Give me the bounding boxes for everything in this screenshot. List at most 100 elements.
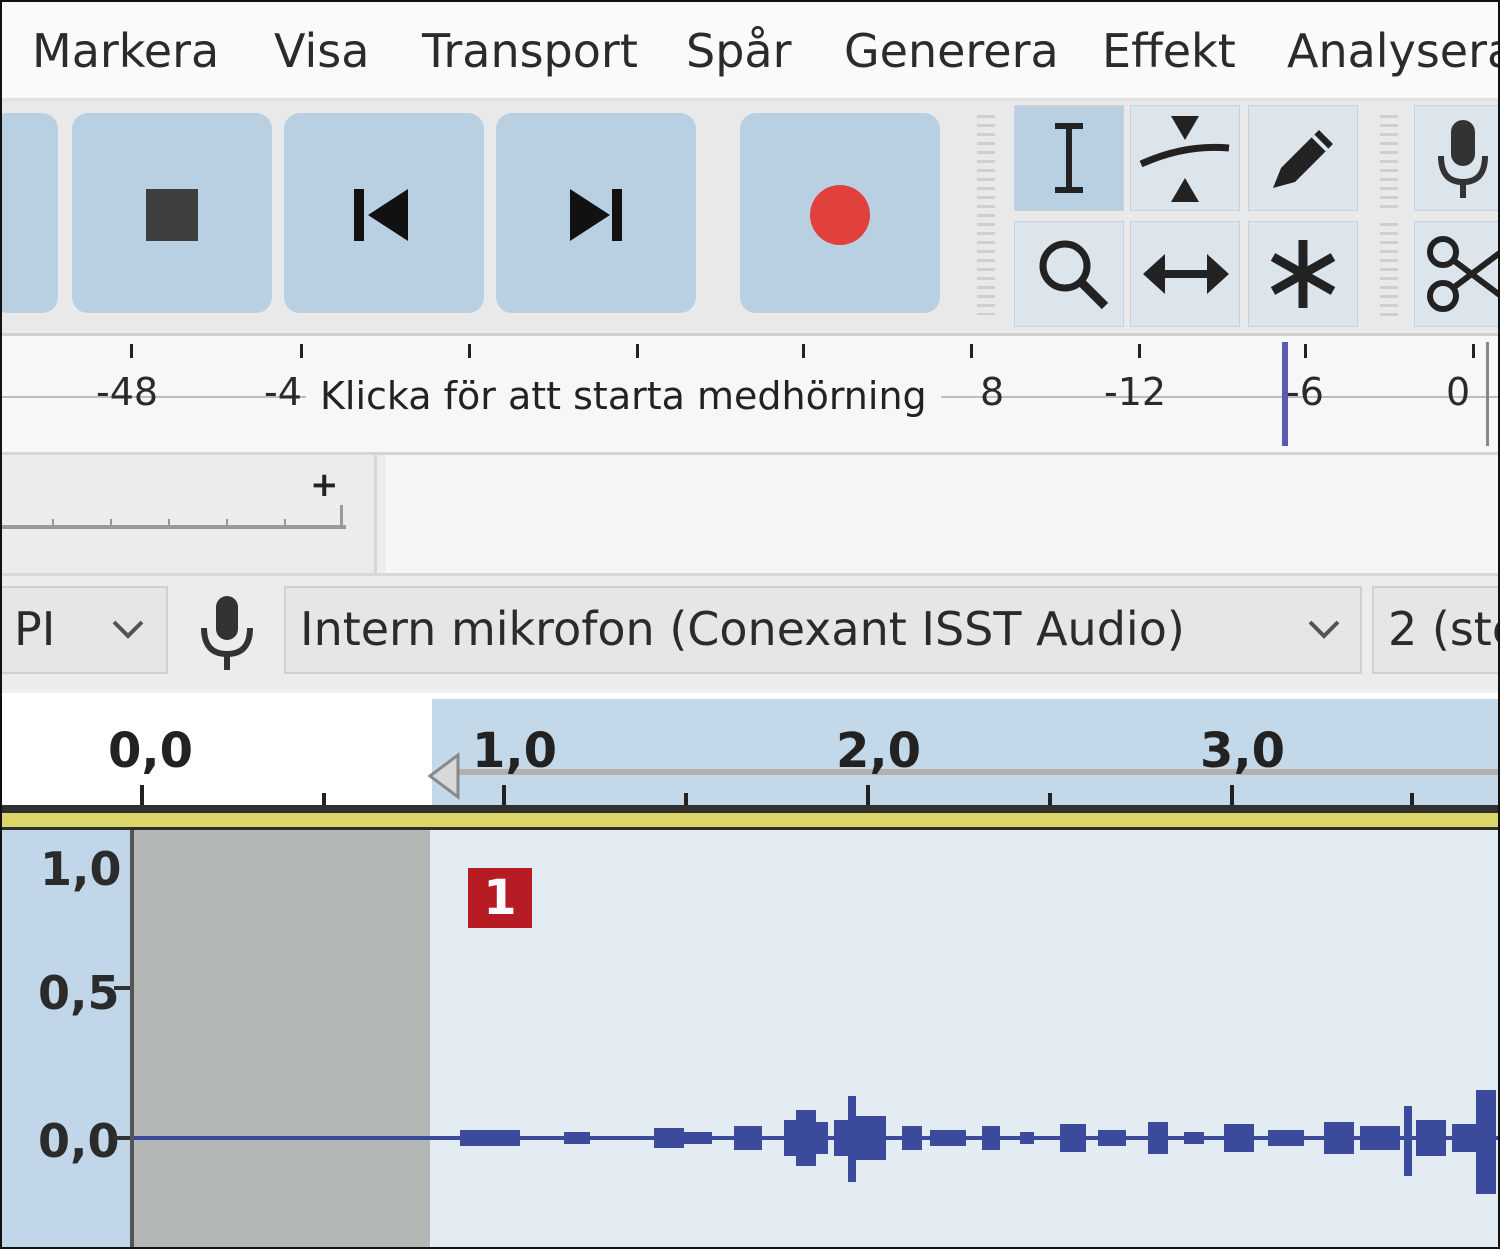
- meter-label-48: -48: [96, 370, 159, 414]
- record-meter-button[interactable]: [1414, 105, 1498, 211]
- timeline-tick: [1048, 793, 1052, 805]
- slider-tick: [52, 519, 54, 527]
- track-focus-line: [2, 813, 1498, 830]
- timeline-tick: [322, 793, 326, 805]
- magnifier-icon: [1039, 240, 1109, 310]
- cut-button[interactable]: [1414, 221, 1498, 327]
- divider: [374, 455, 377, 573]
- menu-effekt[interactable]: Effekt: [1102, 24, 1236, 78]
- menu-transport[interactable]: Transport: [422, 24, 638, 78]
- toolbar-grip-2[interactable]: [1380, 115, 1398, 209]
- timeline-label-1: 1,0: [472, 723, 558, 779]
- timeline-tick: [1410, 793, 1414, 805]
- zoom-tool[interactable]: [1014, 221, 1124, 327]
- skip-to-end-button[interactable]: [496, 113, 696, 313]
- skip-to-end-icon: [570, 189, 622, 241]
- double-arrow-icon: [1143, 254, 1229, 294]
- meter-tick: [970, 344, 973, 358]
- scissors-icon: [1427, 236, 1498, 312]
- chevron-down-icon: [1308, 620, 1340, 639]
- timeline-tick: [1230, 785, 1234, 805]
- menu-spar[interactable]: Spår: [686, 24, 792, 78]
- selection-region: [432, 699, 1498, 805]
- meter-label-8: 8: [980, 370, 1005, 414]
- timeline-label-2: 2,0: [836, 723, 922, 779]
- meter-tick: [636, 344, 639, 358]
- scale-tick: [114, 986, 130, 990]
- recording-channels-value: 2 (ste: [1388, 602, 1498, 656]
- meter-tick: [468, 344, 471, 358]
- scale-label-05: 0,5: [38, 966, 120, 1020]
- draw-tool[interactable]: [1248, 105, 1358, 211]
- recording-device-select[interactable]: Intern mikrofon (Conexant ISST Audio): [284, 586, 1362, 674]
- meter-tick: [130, 344, 133, 358]
- meter-label-12: -12: [1104, 370, 1167, 414]
- audio-track[interactable]: 1,0 0,5 0,0 1: [2, 830, 1498, 1247]
- meter-edge: [1486, 342, 1489, 446]
- device-toolbar: PI Intern mikrofon (Conexant ISST Audio)…: [2, 576, 1498, 690]
- audio-host-select[interactable]: PI: [2, 586, 168, 674]
- meter-tick: [1138, 344, 1141, 358]
- timeline-tick: [866, 785, 870, 805]
- meter-tick: [300, 344, 303, 358]
- skip-to-start-button[interactable]: [284, 113, 484, 313]
- slider-tick: [168, 519, 170, 527]
- menu-visa[interactable]: Visa: [274, 24, 369, 78]
- play-head-arrow-icon[interactable]: [428, 751, 462, 801]
- meter-tick: [1472, 344, 1475, 358]
- ruler-border: [2, 805, 1498, 813]
- timeline-label-3: 3,0: [1200, 723, 1286, 779]
- pencil-icon: [1273, 130, 1333, 188]
- menu-bar: Markera Visa Transport Spår Generera Eff…: [2, 2, 1498, 101]
- scale-label-0: 0,0: [38, 1114, 120, 1168]
- meter-label-0: 0: [1446, 370, 1471, 414]
- meter-label-4: -4: [264, 370, 302, 414]
- step-marker-badge: 1: [468, 868, 532, 928]
- timeline-tick: [140, 785, 144, 805]
- transport-toolbar: [2, 101, 1498, 336]
- stop-icon: [146, 189, 198, 241]
- toolbar-empty-area: [386, 455, 1498, 573]
- menu-markera[interactable]: Markera: [32, 24, 219, 78]
- monitoring-tooltip: Klicka för att starta medhörning: [306, 362, 941, 430]
- timeline-label-0: 0,0: [108, 723, 194, 779]
- slider-tick: [284, 519, 286, 527]
- record-button[interactable]: [740, 113, 940, 313]
- skip-to-start-icon: [354, 189, 408, 241]
- record-icon: [810, 185, 870, 245]
- timeline-tick: [502, 785, 506, 805]
- audacity-window: Markera Visa Transport Spår Generera Eff…: [0, 0, 1500, 1249]
- envelope-tool[interactable]: [1130, 105, 1240, 211]
- scale-tick: [114, 1136, 130, 1140]
- gain-plus-label: +: [310, 465, 339, 505]
- timeline-tick: [684, 793, 688, 805]
- stop-button[interactable]: [72, 113, 272, 313]
- waveform: [134, 1090, 1498, 1194]
- selection-tool[interactable]: [1014, 105, 1124, 211]
- recording-meter[interactable]: -48 -4 8 -12 -6 0 Klicka för att starta …: [2, 336, 1498, 455]
- slider-tick: [110, 519, 112, 527]
- chevron-down-icon: [112, 620, 144, 639]
- menu-analysera[interactable]: Analysera: [1287, 24, 1498, 78]
- menu-generera[interactable]: Generera: [844, 24, 1059, 78]
- multi-tool[interactable]: [1248, 221, 1358, 327]
- pause-button[interactable]: [2, 113, 58, 313]
- toolbar-grip[interactable]: [977, 115, 995, 315]
- audio-host-value: PI: [14, 602, 56, 656]
- microphone-icon: [1438, 120, 1488, 198]
- gain-slider[interactable]: [2, 505, 346, 531]
- meter-tick: [1304, 344, 1307, 358]
- recording-channels-select[interactable]: 2 (ste: [1372, 586, 1498, 674]
- envelope-icon: [1139, 116, 1230, 202]
- amplitude-scale: 1,0 0,5 0,0: [2, 830, 134, 1247]
- microphone-icon: [201, 596, 253, 670]
- asterisk-icon: [1270, 240, 1336, 308]
- timeline-ruler[interactable]: 0,0 1,0 2,0 3,0: [2, 693, 1498, 805]
- time-shift-tool[interactable]: [1130, 221, 1240, 327]
- loop-bar: [454, 769, 1498, 775]
- gain-slider-row: +: [2, 455, 1498, 576]
- toolbar-grip-3[interactable]: [1380, 223, 1398, 317]
- scale-label-1: 1,0: [40, 842, 122, 896]
- meter-tick: [802, 344, 805, 358]
- slider-tick: [226, 519, 228, 527]
